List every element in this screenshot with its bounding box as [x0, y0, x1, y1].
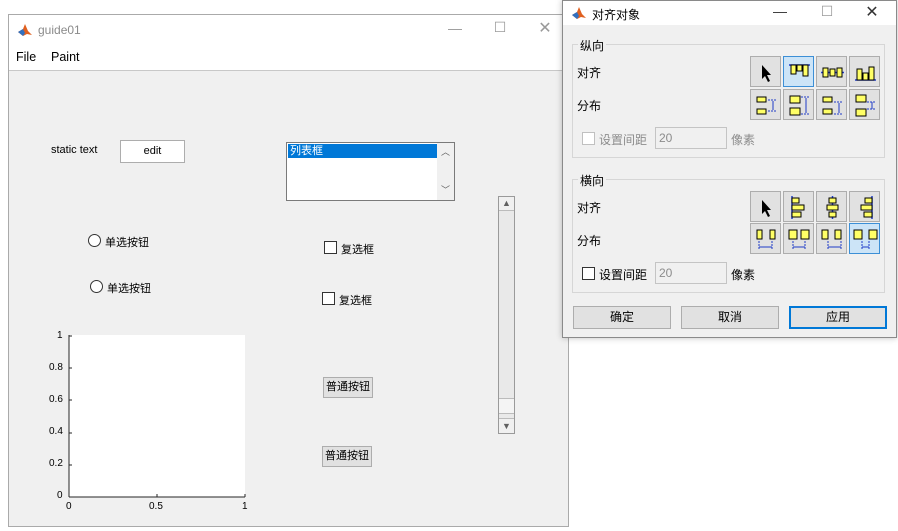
align-center-icon: [826, 196, 839, 219]
x-tick-label: 0.5: [149, 501, 163, 512]
distribute-vertical-top-button[interactable]: [750, 89, 781, 120]
horizontal-align-label: 对齐: [577, 201, 602, 215]
y-tick-label: 0.4: [49, 426, 63, 437]
x-tick-label: 1: [242, 501, 248, 512]
vertical-distribute-label: 分布: [577, 99, 602, 113]
align-bottom-button[interactable]: [849, 56, 880, 87]
minimize-icon[interactable]: —: [769, 3, 791, 19]
distribute-horizontal-gap-button[interactable]: [849, 223, 880, 254]
axes-frame: [68, 335, 246, 498]
distribute-horizontal-icon: [853, 229, 878, 249]
dialog-titlebar[interactable]: 对齐对象 — ☐ ✕: [563, 1, 896, 25]
distribute-vertical-gap-button[interactable]: [849, 89, 880, 120]
ok-button[interactable]: 确定: [573, 306, 671, 329]
y-tick-label: 0: [57, 490, 63, 501]
align-center-button[interactable]: [816, 191, 847, 222]
align-top-icon: [789, 64, 810, 77]
align-middle-button[interactable]: [816, 56, 847, 87]
align-bottom-icon: [855, 66, 876, 81]
apply-button[interactable]: 应用: [789, 306, 887, 329]
distribute-horizontal-center-button[interactable]: [783, 223, 814, 254]
x-tick-label: 0: [66, 501, 72, 512]
vertical-align-label: 对齐: [577, 66, 602, 80]
y-tick-label: 1: [57, 330, 63, 341]
distribute-vertical-icon: [855, 94, 875, 117]
pointer-icon: [762, 65, 771, 82]
align-objects-dialog: 对齐对象 — ☐ ✕ 纵向 对齐 分布 设置间距 20 像素 横向 对齐 分布 …: [562, 0, 897, 338]
horizontal-spacing-input[interactable]: 20: [655, 262, 727, 284]
distribute-horizontal-icon: [756, 229, 776, 249]
horizontal-align-none-button[interactable]: [750, 191, 781, 222]
vertical-spacing-label: 设置间距: [599, 133, 648, 147]
dialog-title: 对齐对象: [592, 8, 641, 22]
vertical-unit-label: 像素: [731, 133, 756, 147]
y-tick-label: 0.2: [49, 458, 63, 469]
maximize-icon[interactable]: ☐: [816, 3, 838, 20]
distribute-horizontal-icon: [788, 229, 810, 249]
distribute-vertical-center-button[interactable]: [783, 89, 814, 120]
vertical-align-none-button[interactable]: [750, 56, 781, 87]
align-right-button[interactable]: [849, 191, 880, 222]
distribute-vertical-bottom-button[interactable]: [816, 89, 847, 120]
horizontal-spacing-label: 设置间距: [599, 268, 648, 282]
vertical-spacing-checkbox[interactable]: [582, 132, 595, 145]
horizontal-group-title: 横向: [578, 172, 607, 189]
align-left-button[interactable]: [783, 191, 814, 222]
vertical-spacing-input[interactable]: 20: [655, 127, 727, 149]
pointer-icon: [762, 200, 771, 217]
guide-window: guide01 — ☐ ✕ File Paint static text edi…: [8, 14, 569, 527]
cancel-button[interactable]: 取消: [681, 306, 779, 329]
horizontal-unit-label: 像素: [731, 268, 756, 282]
align-middle-icon: [821, 67, 844, 78]
align-left-icon: [791, 196, 805, 219]
align-top-button[interactable]: [783, 56, 814, 87]
y-tick-label: 0.8: [49, 362, 63, 373]
horizontal-distribute-label: 分布: [577, 234, 602, 248]
distribute-vertical-icon: [822, 96, 842, 115]
distribute-vertical-icon: [789, 95, 809, 116]
distribute-vertical-icon: [756, 96, 776, 115]
matlab-logo-icon: [572, 7, 586, 19]
close-icon[interactable]: ✕: [861, 2, 883, 22]
y-tick-label: 0.6: [49, 394, 63, 405]
align-right-icon: [860, 196, 873, 219]
distribute-horizontal-right-button[interactable]: [816, 223, 847, 254]
distribute-horizontal-icon: [821, 229, 842, 249]
vertical-group-title: 纵向: [578, 37, 607, 54]
distribute-horizontal-left-button[interactable]: [750, 223, 781, 254]
horizontal-spacing-checkbox[interactable]: [582, 267, 595, 280]
